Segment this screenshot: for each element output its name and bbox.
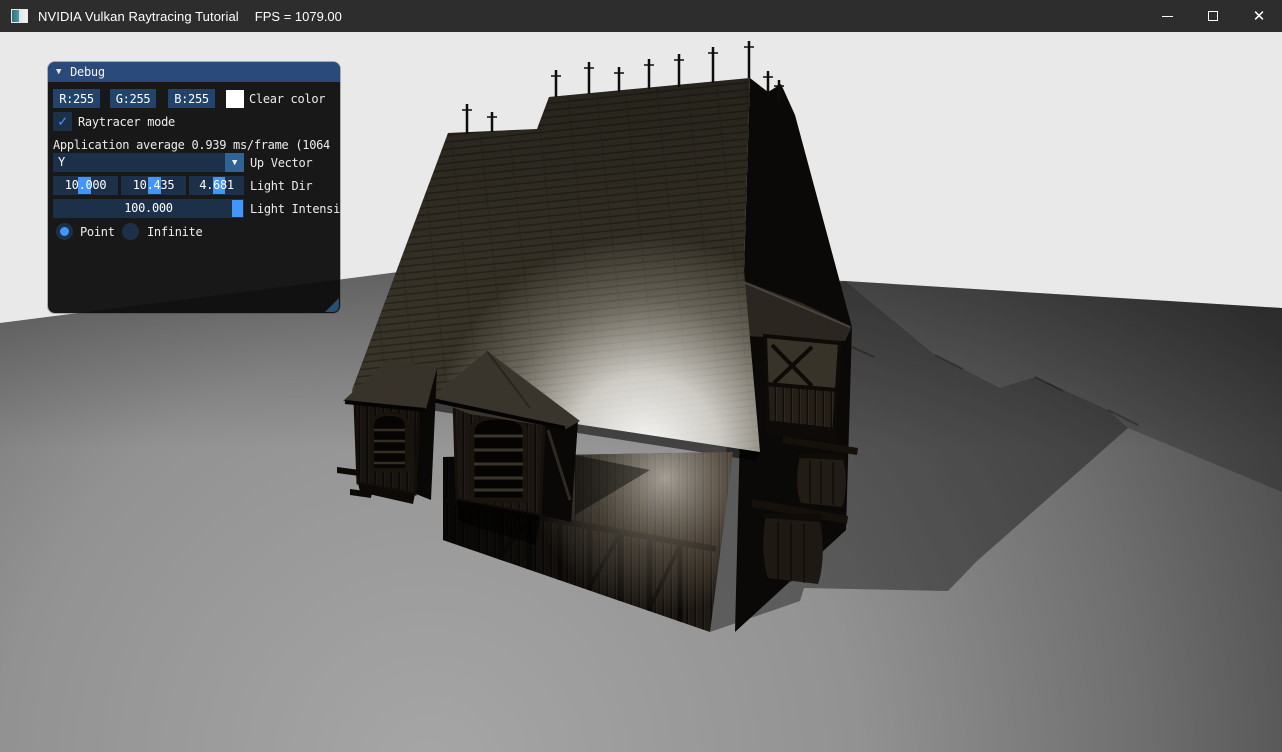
chevron-down-icon: ▼ [232,158,237,168]
radio-point-light[interactable] [56,223,73,240]
app-icon [11,9,28,23]
light-dir-y-slider[interactable]: 10.435 [121,176,186,195]
light-dir-label: Light Dir [250,179,312,193]
checkmark-icon: ✓ [58,112,67,130]
up-vector-label: Up Vector [250,156,312,170]
raytracer-mode-label: Raytracer mode [78,115,175,129]
clear-color-swatch[interactable] [226,90,244,108]
green-value-button[interactable]: G:255 [110,89,156,108]
light-intensity-label: Light Intensity [250,202,340,216]
light-dir-y-value: 10.435 [121,178,186,192]
close-button[interactable]: ✕ [1236,0,1282,32]
light-dir-z-slider[interactable]: 4.681 [189,176,244,195]
combo-dropdown-button[interactable]: ▼ [225,153,244,172]
close-icon: ✕ [1253,9,1266,24]
radio-point-label: Point [80,225,115,239]
maximize-icon [1208,11,1218,21]
fps-counter: FPS = 1079.00 [255,9,342,24]
dormer-right-window [472,417,525,500]
raytracer-mode-checkbox[interactable]: ✓ [53,112,72,131]
light-dir-x-value: 10.000 [53,178,118,192]
app-window: NVIDIA Vulkan Raytracing Tutorial FPS = … [0,0,1282,752]
maximize-button[interactable] [1190,0,1236,32]
lantern-lower [763,518,823,584]
red-value-button[interactable]: R:255 [53,89,100,108]
frame-stats-text: Application average 0.939 ms/frame (1064 [53,138,330,152]
light-intensity-value: 100.000 [53,201,244,215]
light-dir-x-slider[interactable]: 10.000 [53,176,118,195]
collapse-arrow-icon[interactable]: ▼ [56,67,61,77]
minimize-icon [1162,16,1173,17]
debug-panel-title: Debug [70,65,105,79]
up-vector-combo[interactable]: Y ▼ [53,153,244,172]
blue-value-button[interactable]: B:255 [168,89,215,108]
light-intensity-slider[interactable]: 100.000 [53,199,244,218]
minimize-button[interactable] [1144,0,1190,32]
radio-infinite-light[interactable] [122,223,139,240]
up-vector-value: Y [58,155,65,169]
title-bar: NVIDIA Vulkan Raytracing Tutorial FPS = … [0,0,1282,32]
debug-panel-titlebar[interactable]: ▼ Debug [48,62,340,82]
panel-resize-grip[interactable] [325,298,339,312]
radio-infinite-label: Infinite [147,225,202,239]
window-title: NVIDIA Vulkan Raytracing Tutorial [38,9,239,24]
clear-color-label: Clear color [249,92,325,106]
debug-panel: ▼ Debug R:255 G:255 B:255 Clear color ✓ … [48,62,340,313]
light-dir-z-value: 4.681 [189,178,244,192]
